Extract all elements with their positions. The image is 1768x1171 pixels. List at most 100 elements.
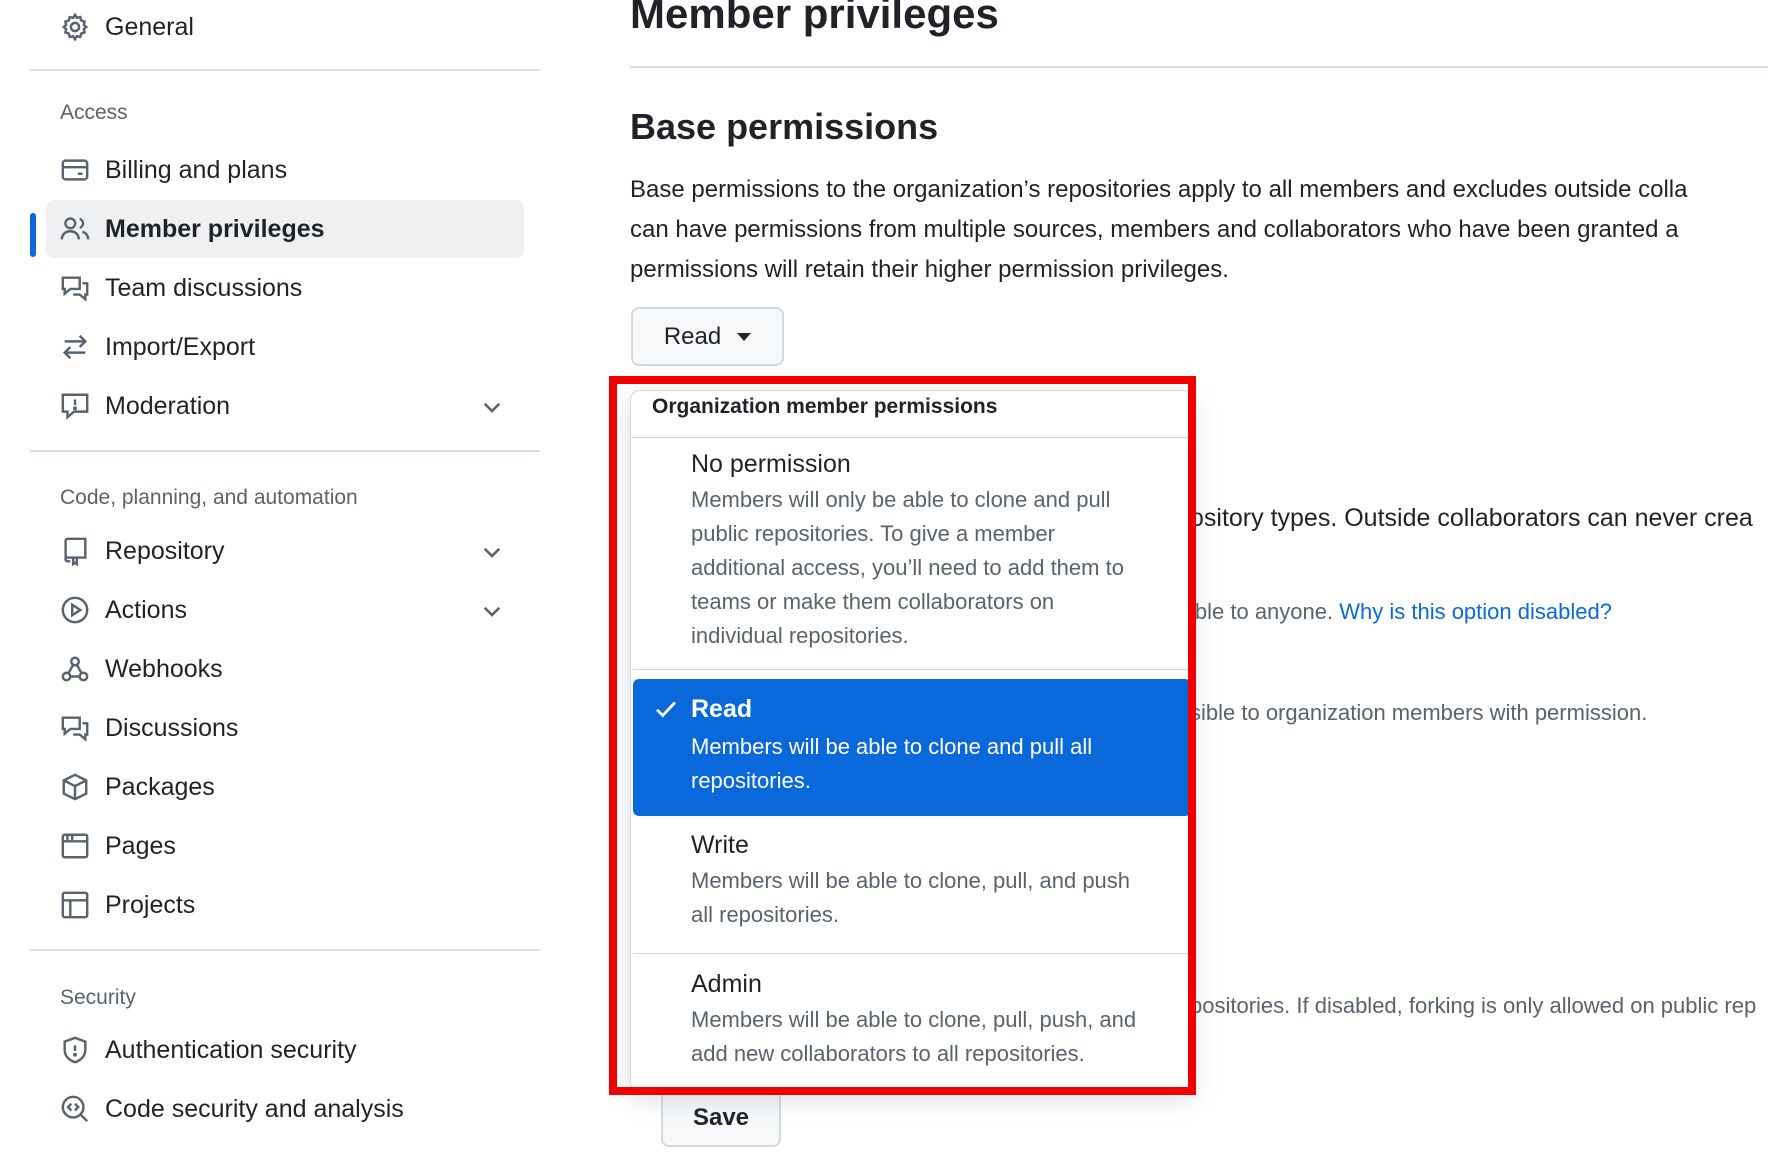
sidebar-item-member-privileges[interactable]: Member privileges — [46, 200, 524, 258]
sidebar-item-projects[interactable]: Projects — [46, 876, 524, 934]
public-option-text: ible to anyone. — [1190, 599, 1340, 624]
option-description-line: teams or make them collaborators on — [691, 589, 1055, 614]
arrow-switch-icon — [60, 332, 90, 362]
why-disabled-link[interactable]: Why is this option disabled? — [1339, 599, 1612, 624]
title-divider — [630, 66, 1768, 68]
option-title: Write — [691, 831, 749, 859]
option-description-line: Members will be able to clone, pull, and… — [691, 868, 1131, 893]
sidebar-item-label: Member privileges — [105, 215, 325, 243]
sidebar-item-billing[interactable]: Billing and plans — [46, 141, 524, 199]
option-read[interactable]: Read Members will be able to clone and p… — [633, 679, 1191, 816]
webhook-icon — [60, 654, 90, 684]
chevron-down-icon[interactable] — [479, 539, 505, 565]
comment-discussion-icon — [60, 713, 90, 743]
play-icon — [60, 595, 90, 625]
sidebar-item-packages[interactable]: Packages — [46, 758, 524, 816]
sidebar-item-label: Webhooks — [105, 655, 223, 683]
sidebar-section-security: Security — [60, 986, 136, 1009]
option-description-line: individual repositories. — [691, 623, 909, 648]
sidebar-item-webhooks[interactable]: Webhooks — [46, 640, 524, 698]
sidebar-item-pages[interactable]: Pages — [46, 817, 524, 875]
sidebar-item-team-discussions[interactable]: Team discussions — [46, 259, 524, 317]
sidebar-item-label: Projects — [105, 891, 196, 919]
button-label: Read — [663, 322, 722, 350]
option-description-line: Members will be able to clone, pull, pus… — [691, 1007, 1137, 1032]
option-admin[interactable]: Admin Members will be able to clone, pul… — [633, 958, 1191, 1091]
sidebar-item-moderation[interactable]: Moderation — [46, 377, 524, 435]
chevron-down-icon[interactable] — [479, 598, 505, 624]
sidebar-section-access: Access — [60, 101, 128, 124]
check-icon — [653, 696, 679, 722]
repo-icon — [60, 536, 90, 566]
sidebar-divider — [30, 450, 540, 452]
option-description-line: repositories. — [691, 768, 811, 793]
sidebar-item-label: Billing and plans — [105, 156, 288, 184]
base-permissions-description: Base permissions to the organization’s r… — [630, 170, 1768, 290]
option-description-line: Members will only be able to clone and p… — [691, 487, 1111, 512]
private-option-description: sible to organization members with permi… — [1190, 700, 1648, 725]
base-permissions-heading: Base permissions — [630, 106, 939, 147]
sidebar-item-authentication-security[interactable]: Authentication security — [46, 1021, 524, 1079]
sidebar-item-code-security[interactable]: Code security and analysis — [46, 1080, 524, 1138]
menu-header-title: Organization member permissions — [652, 395, 998, 418]
option-write[interactable]: Write Members will be able to clone, pul… — [633, 819, 1191, 954]
gear-icon — [60, 12, 90, 42]
sidebar-item-actions[interactable]: Actions — [46, 581, 524, 639]
sidebar-divider — [30, 949, 540, 951]
description-line: can have permissions from multiple sourc… — [630, 216, 1679, 243]
sidebar-item-import-export[interactable]: Import/Export — [46, 318, 524, 376]
sidebar-item-label: Actions — [105, 596, 187, 624]
sidebar-item-label: General — [105, 13, 194, 41]
sidebar-item-discussions[interactable]: Discussions — [46, 699, 524, 757]
permissions-dropdown-menu: Organization member permissions No permi… — [630, 390, 1194, 1092]
browser-icon — [60, 831, 90, 861]
report-icon — [60, 391, 90, 421]
sidebar-item-label: Code security and analysis — [105, 1095, 404, 1123]
sidebar-item-label: Team discussions — [105, 274, 303, 302]
sidebar-item-label: Repository — [105, 537, 225, 565]
sidebar-divider — [30, 69, 540, 71]
sidebar-section-code: Code, planning, and automation — [60, 486, 358, 509]
description-line: Base permissions to the organization’s r… — [630, 176, 1688, 203]
public-option-description: ible to anyone. Why is this option disab… — [1190, 599, 1612, 625]
credit-card-icon — [60, 155, 90, 185]
triangle-down-icon — [737, 332, 752, 341]
option-description-line: all repositories. — [691, 902, 839, 927]
option-title: No permission — [691, 450, 851, 478]
option-description: Members will be able to clone, pull, pus… — [691, 1003, 1161, 1071]
sidebar-item-general[interactable]: General — [46, 0, 524, 56]
sidebar-item-label: Moderation — [105, 392, 231, 420]
option-description-line: additional access, you’ll need to add th… — [691, 555, 1124, 580]
option-description: Members will be able to clone and pull a… — [691, 730, 1161, 798]
sidebar-item-label: Discussions — [105, 714, 239, 742]
settings-sidebar: General Access Billing and plans Member … — [0, 0, 540, 1171]
sidebar-item-label: Packages — [105, 773, 215, 801]
option-title: Read — [691, 695, 753, 723]
option-description: Members will only be able to clone and p… — [691, 483, 1161, 653]
forking-description: positories. If disabled, forking is only… — [1190, 993, 1757, 1018]
option-description-line: add new collaborators to all repositorie… — [691, 1041, 1085, 1066]
sidebar-item-label: Authentication security — [105, 1036, 357, 1064]
description-line: permissions will retain their higher per… — [630, 256, 1229, 283]
comment-discussion-icon — [60, 273, 90, 303]
shield-icon — [60, 1035, 90, 1065]
codescan-icon — [60, 1094, 90, 1124]
table-icon — [60, 890, 90, 920]
page-title: Member privileges — [630, 0, 999, 37]
sidebar-item-label: Import/Export — [105, 333, 256, 361]
menu-header: Organization member permissions — [631, 391, 1193, 438]
package-icon — [60, 772, 90, 802]
option-description: Members will be able to clone, pull, and… — [691, 864, 1161, 932]
save-button[interactable]: Save — [661, 1089, 781, 1147]
people-icon — [60, 214, 90, 244]
option-description-line: public repositories. To give a member — [691, 521, 1055, 546]
sidebar-item-repository[interactable]: Repository — [46, 522, 524, 580]
sidebar-item-label: Pages — [105, 832, 176, 860]
option-no-permission[interactable]: No permission Members will only be able … — [633, 438, 1191, 670]
base-permission-dropdown-button[interactable]: Read — [631, 307, 784, 366]
option-title: Admin — [691, 970, 762, 998]
repo-creation-description: ository types. Outside collaborators can… — [1190, 504, 1753, 532]
active-indicator — [30, 213, 36, 257]
option-description-line: Members will be able to clone and pull a… — [691, 734, 1093, 759]
chevron-down-icon[interactable] — [479, 394, 505, 420]
